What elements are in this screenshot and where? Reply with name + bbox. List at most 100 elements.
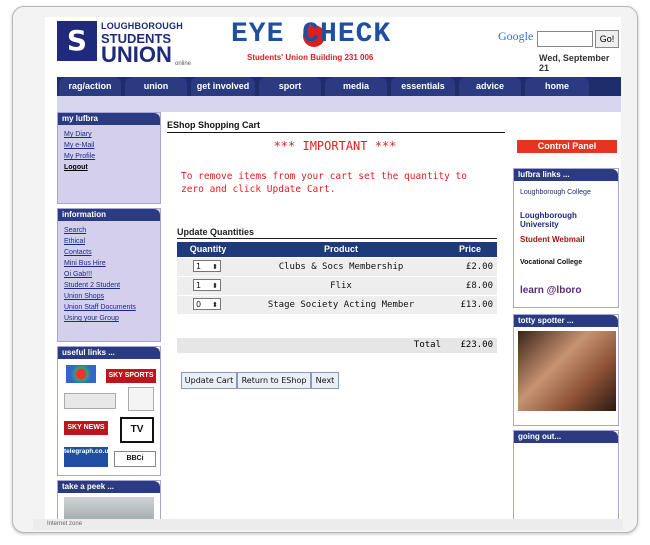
- cart-instruction: To remove items from your cart set the q…: [181, 171, 467, 195]
- nav-media[interactable]: media: [325, 77, 387, 96]
- link-contacts[interactable]: Contacts: [64, 247, 160, 258]
- table-row: 0 ⬍ Stage Society Acting Member £13.00: [177, 296, 497, 315]
- link-mini-bus-hire[interactable]: Mini Bus Hire: [64, 258, 160, 269]
- browser-frame: S LOUGHBOROUGH STUDENTS UNION online EYE…: [12, 6, 638, 533]
- update-quantities-title: Update Quantities: [177, 227, 497, 239]
- stepper-arrows-icon: ⬍: [212, 301, 218, 309]
- logo-line-3: UNION: [101, 42, 172, 67]
- link-student-2-student[interactable]: Student 2 Student: [64, 280, 160, 291]
- google-label: Google: [498, 29, 534, 43]
- nav-essentials[interactable]: essentials: [391, 77, 455, 96]
- current-date: Wed, September 21: [539, 53, 610, 73]
- sky-sports-logo[interactable]: SKY SPORTS: [106, 369, 156, 383]
- nav-sport[interactable]: sport: [259, 77, 321, 96]
- link-my-email[interactable]: My e-Mail: [64, 140, 160, 151]
- my-lufbra-title: my lufbra: [58, 113, 160, 125]
- sky-news-logo[interactable]: SKY NEWS: [64, 421, 108, 435]
- going-out-title: going out...: [514, 431, 618, 443]
- table-row: 1 ⬍ Clubs & Socs Membership £2.00: [177, 258, 497, 277]
- status-bar: Internet zone: [33, 519, 623, 530]
- col-quantity: Quantity: [189, 244, 227, 254]
- nav-strip: [57, 96, 621, 112]
- total-value: £23.00: [460, 340, 493, 350]
- nav-get-involved[interactable]: get involved: [191, 77, 255, 96]
- totty-spotter-box: totty spotter ...: [513, 314, 619, 426]
- su-mark-icon: S: [57, 21, 97, 61]
- quantity-select[interactable]: 1 ⬍: [193, 260, 221, 272]
- next-button[interactable]: Next: [311, 372, 339, 389]
- cart-title: EShop Shopping Cart: [167, 120, 505, 133]
- product-price: £13.00: [460, 300, 493, 310]
- table-row: 1 ⬍ Flix £8.00: [177, 277, 497, 296]
- useful-links-box: useful links ... SKY SPORTS SKY NEWS TV …: [57, 346, 161, 476]
- information-title: information: [58, 209, 160, 221]
- return-to-eshop-button[interactable]: Return to EShop: [237, 372, 311, 389]
- cart-table-header: Quantity Product Price: [177, 242, 497, 257]
- stepper-arrows-icon: ⬍: [212, 282, 218, 290]
- loughborough-university-link[interactable]: Loughborough University: [520, 211, 616, 229]
- quantity-value: 1: [196, 281, 202, 290]
- logo-line-4: online: [175, 61, 192, 67]
- lufbra-links-box: lufbra links ... Loughborough College Lo…: [513, 168, 619, 308]
- right-column: Control Panel lufbra links ... Loughboro…: [507, 112, 621, 527]
- students-union-logo[interactable]: S LOUGHBOROUGH STUDENTS UNION online: [57, 21, 211, 67]
- left-column: my lufbra My Diary My e-Mail My Profile …: [57, 112, 161, 527]
- link-search[interactable]: Search: [64, 225, 160, 236]
- product-name: Clubs & Socs Membership: [278, 262, 404, 272]
- link-union-staff-documents[interactable]: Union Staff Documents: [64, 302, 160, 313]
- eye-check-subtitle: Students' Union Building 231 006: [247, 53, 374, 62]
- col-price: Price: [458, 244, 482, 254]
- col-product: Product: [323, 244, 358, 254]
- stepper-arrows-icon: ⬍: [212, 263, 218, 271]
- product-price: £2.00: [465, 262, 493, 272]
- quantity-value: 0: [196, 300, 202, 309]
- link-logout[interactable]: Logout: [64, 162, 160, 173]
- nav-advice[interactable]: advice: [459, 77, 521, 96]
- main-nav: rag/action union get involved sport medi…: [57, 77, 621, 96]
- totty-spotter-title: totty spotter ...: [514, 315, 618, 327]
- link-my-profile[interactable]: My Profile: [64, 151, 160, 162]
- my-lufbra-box: my lufbra My Diary My e-Mail My Profile …: [57, 112, 161, 204]
- quantity-value: 1: [196, 262, 202, 271]
- gettouch-logo-icon[interactable]: [64, 393, 116, 409]
- quantity-select[interactable]: 0 ⬍: [193, 298, 221, 310]
- tv-logo[interactable]: TV: [120, 417, 154, 443]
- update-cart-button[interactable]: Update Cart: [181, 372, 237, 389]
- cart-panel: EShop Shopping Cart *** IMPORTANT *** To…: [165, 112, 505, 527]
- link-union-shops[interactable]: Union Shops: [64, 291, 160, 302]
- music-logo-icon[interactable]: [128, 387, 154, 411]
- telegraph-logo[interactable]: telegraph.co.uk: [64, 447, 112, 467]
- control-panel-button[interactable]: Control Panel: [517, 140, 617, 153]
- link-ethical[interactable]: Ethical: [64, 236, 160, 247]
- totty-spotter-photo[interactable]: [518, 331, 616, 411]
- learn-lboro-link[interactable]: learn @lboro: [520, 285, 581, 296]
- link-oi-gab[interactable]: Oi Gab!!!: [64, 269, 160, 280]
- product-name: Flix: [330, 281, 352, 291]
- link-my-diary[interactable]: My Diary: [64, 129, 160, 140]
- nav-rag-action[interactable]: rag/action: [59, 77, 121, 96]
- important-notice: *** IMPORTANT ***: [273, 139, 397, 153]
- bbci-logo[interactable]: BBCi: [114, 451, 156, 467]
- going-out-box: going out...: [513, 430, 619, 527]
- useful-links-title: useful links ...: [58, 347, 160, 359]
- link-using-your-group[interactable]: Using your Group: [64, 313, 160, 324]
- product-price: £8.00: [465, 281, 493, 291]
- google-search-input[interactable]: [537, 31, 593, 47]
- msn-logo-icon[interactable]: [66, 365, 96, 383]
- student-webmail-link[interactable]: Student Webmail: [520, 235, 614, 244]
- vocational-college-link[interactable]: Vocational College: [520, 259, 614, 266]
- site-header: S LOUGHBOROUGH STUDENTS UNION online EYE…: [45, 17, 621, 73]
- logo-line-1: LOUGHBOROUGH: [101, 21, 183, 31]
- google-go-button[interactable]: Go!: [595, 30, 619, 48]
- quantity-select[interactable]: 1 ⬍: [193, 279, 221, 291]
- web-page: S LOUGHBOROUGH STUDENTS UNION online EYE…: [45, 17, 621, 527]
- information-box: information Search Ethical Contacts Mini…: [57, 208, 161, 342]
- eye-check-banner: EYE CHECK: [231, 19, 392, 50]
- total-label: Total: [413, 340, 441, 350]
- total-row: Total £23.00: [177, 338, 497, 353]
- nav-home[interactable]: home: [525, 77, 589, 96]
- nav-union[interactable]: union: [125, 77, 187, 96]
- loughborough-college-link[interactable]: Loughborough College: [520, 189, 614, 196]
- take-a-peek-title: take a peek ...: [58, 481, 160, 493]
- lufbra-links-title: lufbra links ...: [514, 169, 618, 181]
